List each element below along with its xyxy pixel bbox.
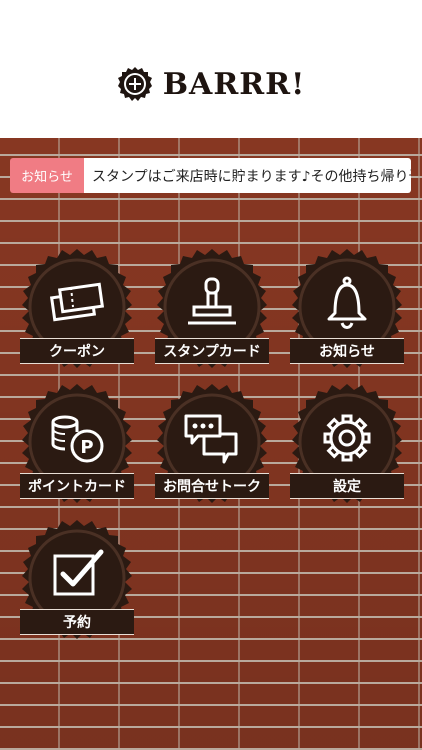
app-header: BARRR! (0, 0, 422, 138)
notice-ticker-text: スタンプはご来店時に貯まります♪その他持ち帰り予約 (84, 158, 411, 193)
stamp-icon (188, 277, 236, 325)
menu-reservation[interactable]: 予約 (12, 518, 142, 648)
bell-icon (327, 276, 367, 329)
svg-text:P: P (80, 437, 93, 458)
chat-icon (184, 414, 238, 464)
menu-news-label: お知らせ (290, 338, 404, 364)
menu-inquiry-talk-label: お問合せトーク (155, 473, 269, 499)
menu-reservation-label: 予約 (20, 609, 134, 635)
bottle-cap-logo-icon (117, 67, 152, 101)
brand-logo: BARRR! (0, 64, 422, 104)
menu-settings[interactable]: 設定 (282, 382, 412, 512)
menu-stamp-card[interactable]: スタンプカード (147, 247, 277, 377)
brand-name: BARRR! (162, 66, 306, 102)
menu-point-card-label: ポイントカード (20, 473, 134, 499)
menu-coupon[interactable]: クーポン (12, 247, 142, 377)
menu-point-card[interactable]: P ポイントカード (12, 382, 142, 512)
notice-label: お知らせ (10, 158, 84, 193)
gear-icon (323, 414, 371, 462)
menu-settings-label: 設定 (290, 473, 404, 499)
menu-stamp-card-label: スタンプカード (155, 338, 269, 364)
ticket-icon (49, 282, 105, 322)
checkbox-icon (53, 549, 104, 596)
menu-coupon-label: クーポン (20, 338, 134, 364)
menu-news[interactable]: お知らせ (282, 247, 412, 377)
menu-inquiry-talk[interactable]: お問合せトーク (147, 382, 277, 512)
coins-icon: P (51, 415, 104, 463)
notice-banner[interactable]: お知らせ スタンプはご来店時に貯まります♪その他持ち帰り予約 (10, 158, 411, 193)
